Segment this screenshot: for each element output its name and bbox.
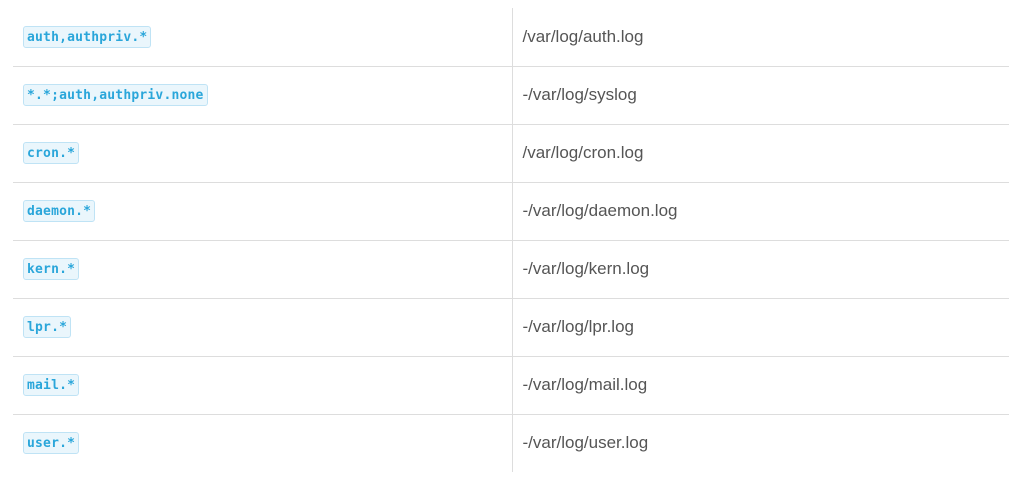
selector-cell: auth,authpriv.* [13, 8, 512, 67]
table-row: mail.* -/var/log/mail.log [13, 356, 1009, 415]
log-file-path: -/var/log/daemon.log [522, 201, 678, 220]
selector-cell: daemon.* [13, 182, 512, 241]
facility-selector-code: kern.* [23, 258, 80, 280]
table-row: daemon.* -/var/log/daemon.log [13, 182, 1009, 241]
selector-cell: mail.* [13, 356, 512, 415]
syslog-rules-table: auth,authpriv.* /var/log/auth.log *.*;au… [13, 8, 1009, 472]
selector-cell: lpr.* [13, 298, 512, 357]
syslog-rules-body: auth,authpriv.* /var/log/auth.log *.*;au… [13, 8, 1009, 472]
log-file-path: /var/log/auth.log [522, 26, 644, 46]
table-row: *.*;auth,authpriv.none -/var/log/syslog [13, 66, 1009, 125]
facility-selector-code: daemon.* [23, 200, 96, 222]
table-row: user.* -/var/log/user.log [13, 414, 1009, 472]
log-file-path: -/var/log/mail.log [522, 375, 648, 394]
facility-selector-code: cron.* [23, 142, 80, 164]
table-row: lpr.* -/var/log/lpr.log [13, 298, 1009, 357]
log-path-cell: -/var/log/kern.log [511, 240, 1009, 299]
table-row: cron.* /var/log/cron.log [13, 124, 1009, 183]
log-path-cell: -/var/log/user.log [511, 414, 1009, 472]
facility-selector-code: auth,authpriv.* [23, 25, 152, 48]
selector-cell: cron.* [13, 124, 512, 183]
facility-selector-code: mail.* [23, 374, 80, 396]
table-row: kern.* -/var/log/kern.log [13, 240, 1009, 299]
log-path-cell: /var/log/cron.log [511, 124, 1009, 183]
log-path-cell: -/var/log/lpr.log [511, 298, 1009, 357]
log-path-cell: /var/log/auth.log [511, 8, 1009, 67]
log-file-path: -/var/log/syslog [522, 85, 637, 104]
log-path-cell: -/var/log/daemon.log [511, 182, 1009, 241]
log-path-cell: -/var/log/syslog [511, 66, 1009, 125]
log-file-path: /var/log/cron.log [522, 143, 644, 162]
table-row: auth,authpriv.* /var/log/auth.log [13, 8, 1009, 67]
log-file-path: -/var/log/kern.log [522, 259, 650, 278]
facility-selector-code: user.* [23, 432, 80, 455]
facility-selector-code: *.*;auth,authpriv.none [23, 84, 208, 106]
selector-cell: kern.* [13, 240, 512, 299]
selector-cell: user.* [13, 414, 512, 472]
log-file-path: -/var/log/user.log [522, 433, 649, 453]
facility-selector-code: lpr.* [23, 316, 72, 338]
log-file-path: -/var/log/lpr.log [522, 317, 635, 336]
selector-cell: *.*;auth,authpriv.none [13, 66, 512, 125]
log-path-cell: -/var/log/mail.log [511, 356, 1009, 415]
